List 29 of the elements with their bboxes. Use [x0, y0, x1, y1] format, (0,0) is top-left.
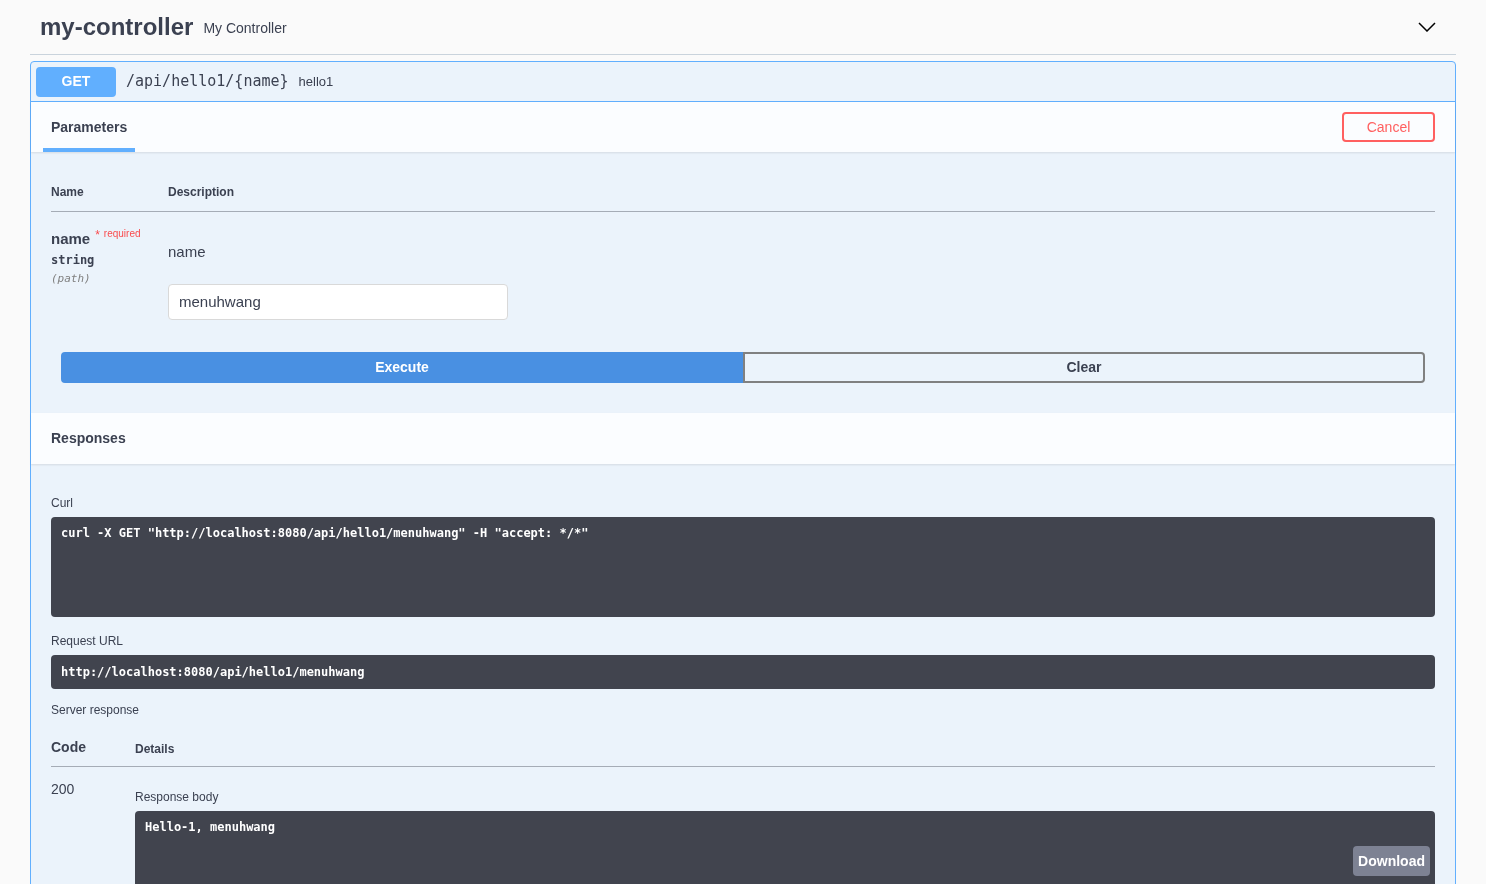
- responses-title: Responses: [51, 429, 126, 448]
- download-button[interactable]: Download: [1353, 846, 1430, 876]
- required-asterisk: *: [95, 227, 100, 244]
- endpoint-summary: hello1: [298, 72, 334, 91]
- response-body-label: Response body: [135, 789, 220, 806]
- section-description: My Controller: [203, 18, 287, 38]
- response-code: 200: [51, 780, 76, 799]
- parameter-description: name: [168, 242, 207, 262]
- section-title[interactable]: my-controller: [40, 9, 194, 45]
- parameter-location: (path): [51, 270, 92, 287]
- input-field[interactable]: menuhwang: [168, 283, 508, 320]
- curl-label: Curl: [51, 495, 74, 512]
- parameter-name: name: [51, 229, 91, 249]
- chevron-icon[interactable]: [1418, 22, 1436, 32]
- request-url-label: Request URL: [51, 633, 125, 650]
- method-badge: GET: [36, 66, 116, 97]
- request-url-block: http://localhost:8080/api/hello1/menuhwang: [51, 655, 1435, 689]
- column-header: Name: [51, 184, 85, 201]
- curl-code-block: curl -X GET "http://localhost:8080/api/hello1/menuhwang" -H "accept: */*": [51, 517, 1435, 617]
- required-label: required: [103, 227, 141, 241]
- clear-button[interactable]: Clear: [743, 352, 1425, 383]
- server-response-label: Server response: [51, 702, 141, 719]
- parameter-type: string: [51, 251, 96, 269]
- column-header: Description: [168, 184, 234, 201]
- endpoint-path[interactable]: /api/hello1/{name}: [126, 70, 289, 93]
- response-body-text: Hello-1, menuhwang: [145, 819, 277, 836]
- parameters-tab[interactable]: Parameters: [43, 102, 136, 152]
- column-header: Code: [51, 738, 87, 757]
- column-header: Details: [135, 741, 175, 758]
